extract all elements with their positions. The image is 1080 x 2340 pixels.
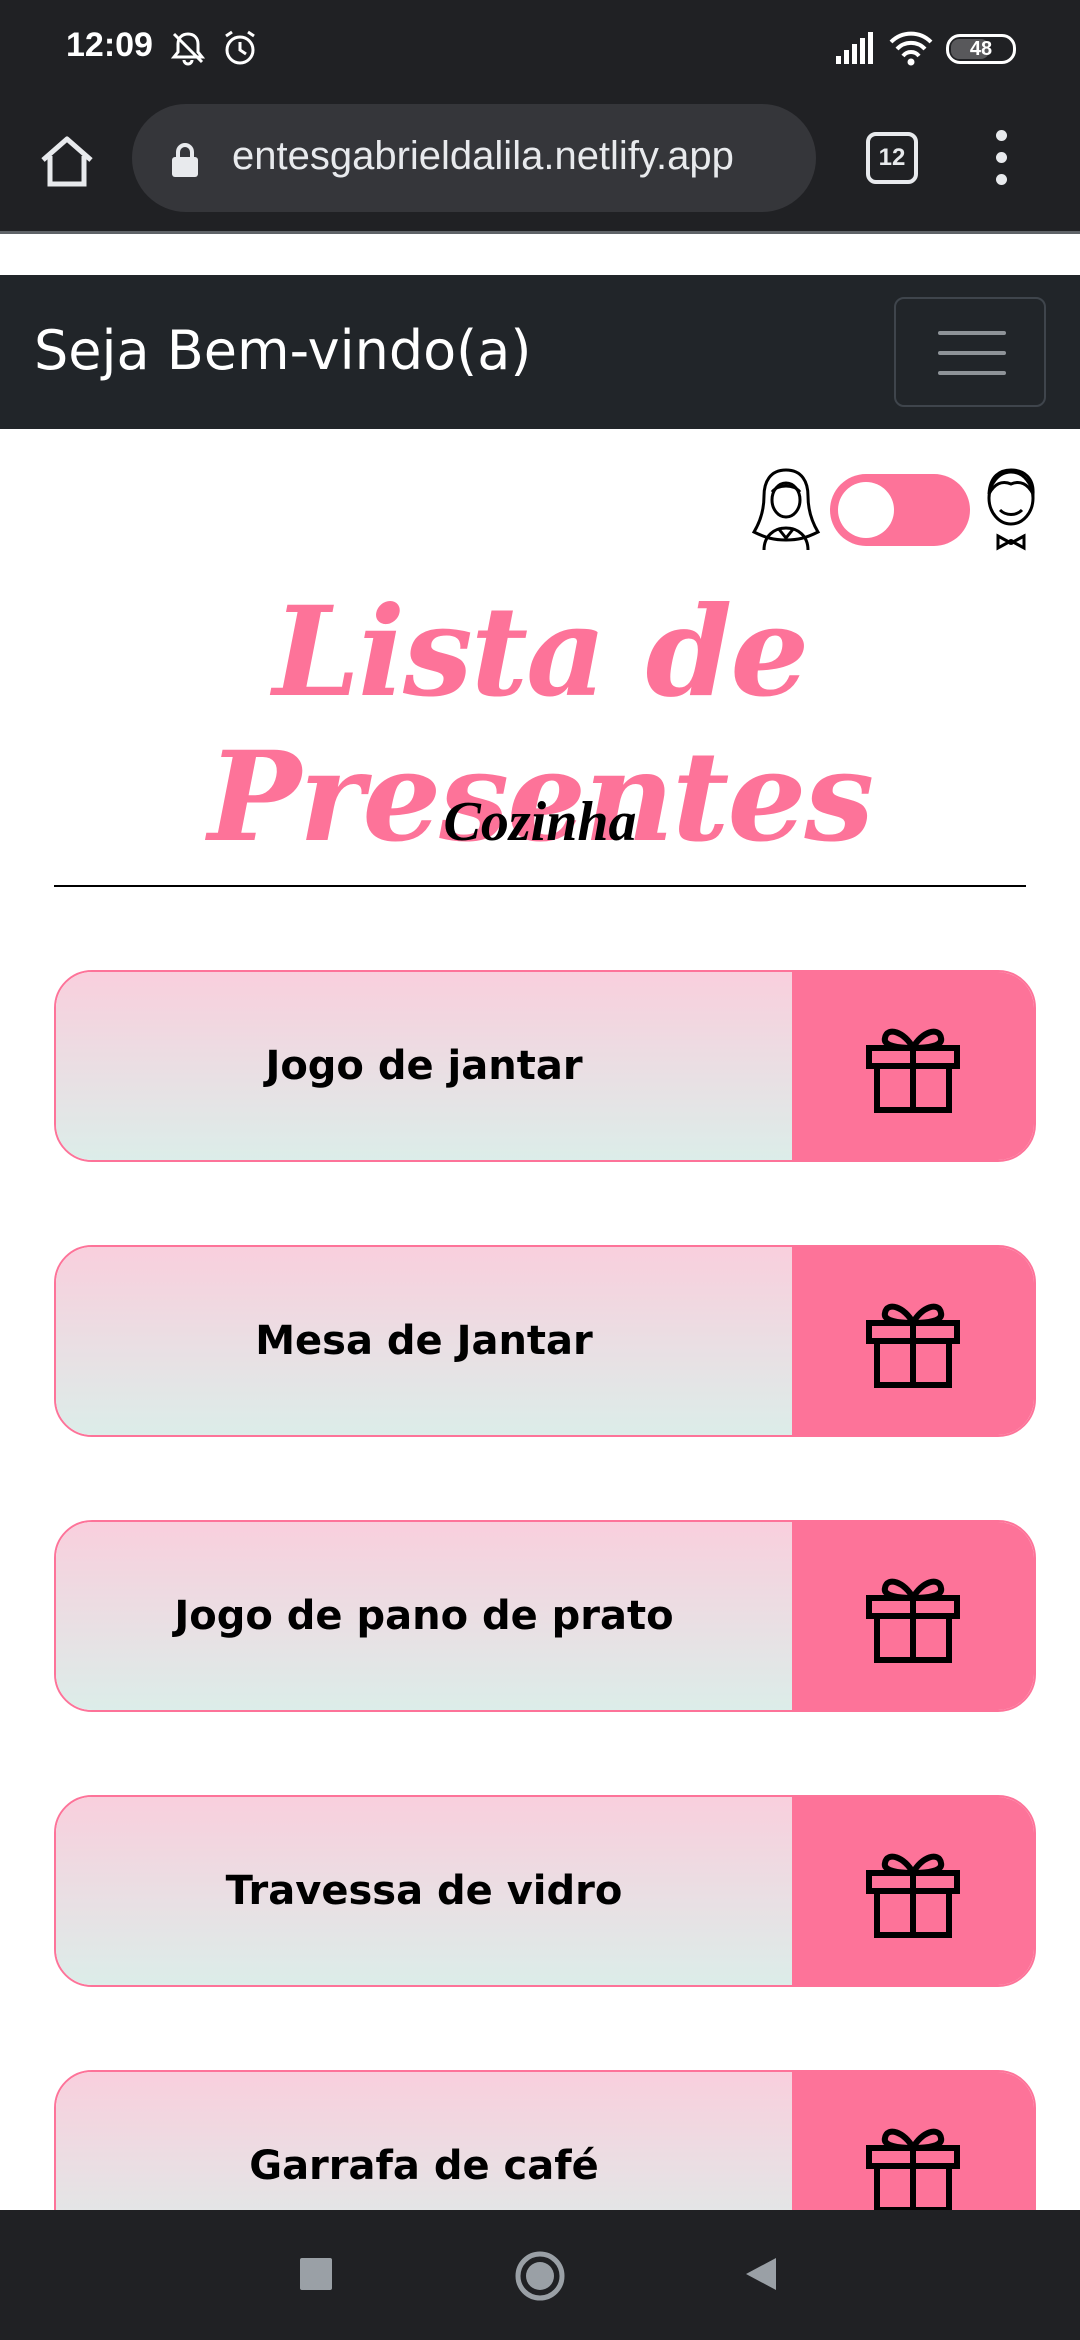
gift-item: Jogo de pano de prato [54,1520,1036,1712]
home-button[interactable] [32,126,102,196]
gift-name: Jogo de pano de prato [56,1522,792,1710]
toggle-knob [838,482,894,538]
menu-dot [996,130,1007,141]
back-icon[interactable] [740,2254,780,2299]
bride-icon [750,466,822,552]
gift-icon [866,1028,960,1113]
battery-text: 48 [969,38,993,60]
status-time: 12:09 [66,26,153,64]
gift-icon [866,1853,960,1938]
gift-button[interactable] [792,972,1034,1160]
gift-name: Travessa de vidro [56,1797,792,1985]
menu-dot [996,152,1007,163]
wifi-icon [888,28,934,73]
gift-icon [866,1578,960,1663]
navbar-brand[interactable]: Seja Bem-vindo(a) [34,319,531,382]
address-bar[interactable]: entesgabrieldalila.netlify.app [132,104,816,212]
gift-button[interactable] [792,1522,1034,1710]
alarm-icon [220,28,260,73]
gift-item: Mesa de Jantar [54,1245,1036,1437]
home-circle-icon[interactable] [512,2248,568,2309]
gift-name: Jogo de jantar [56,972,792,1160]
status-bar: 12:09 48 [0,0,1080,98]
gift-icon [866,2128,960,2213]
gift-item: Travessa de vidro [54,1795,1036,1987]
navbar-toggler-button[interactable] [894,297,1046,407]
lock-icon [170,142,200,183]
gift-name: Mesa de Jantar [56,1247,792,1435]
section-title: Cozinha [443,791,637,853]
browser-toolbar: entesgabrieldalila.netlify.app 12 [0,98,1080,234]
tabs-button[interactable]: 12 [866,132,918,184]
battery-icon: 48 [946,34,1016,64]
mute-icon [168,28,208,73]
gift-button[interactable] [792,1247,1034,1435]
bride-groom-toggle[interactable] [830,474,970,546]
gift-icon [866,1303,960,1388]
url-text: entesgabrieldalila.netlify.app [232,134,734,178]
tab-count: 12 [878,144,906,171]
gift-button[interactable] [792,1797,1034,1985]
system-navigation-bar [0,2210,1080,2340]
site-navbar: Seja Bem-vindo(a) [0,275,1080,429]
groom-icon [976,466,1046,552]
recents-icon[interactable] [296,2254,336,2299]
gift-item: Jogo de jantar [54,970,1036,1162]
menu-dot [996,174,1007,185]
home-icon [41,136,93,187]
signal-icon [834,28,876,73]
section-divider [54,885,1026,887]
more-vert-icon[interactable] [980,128,1024,188]
